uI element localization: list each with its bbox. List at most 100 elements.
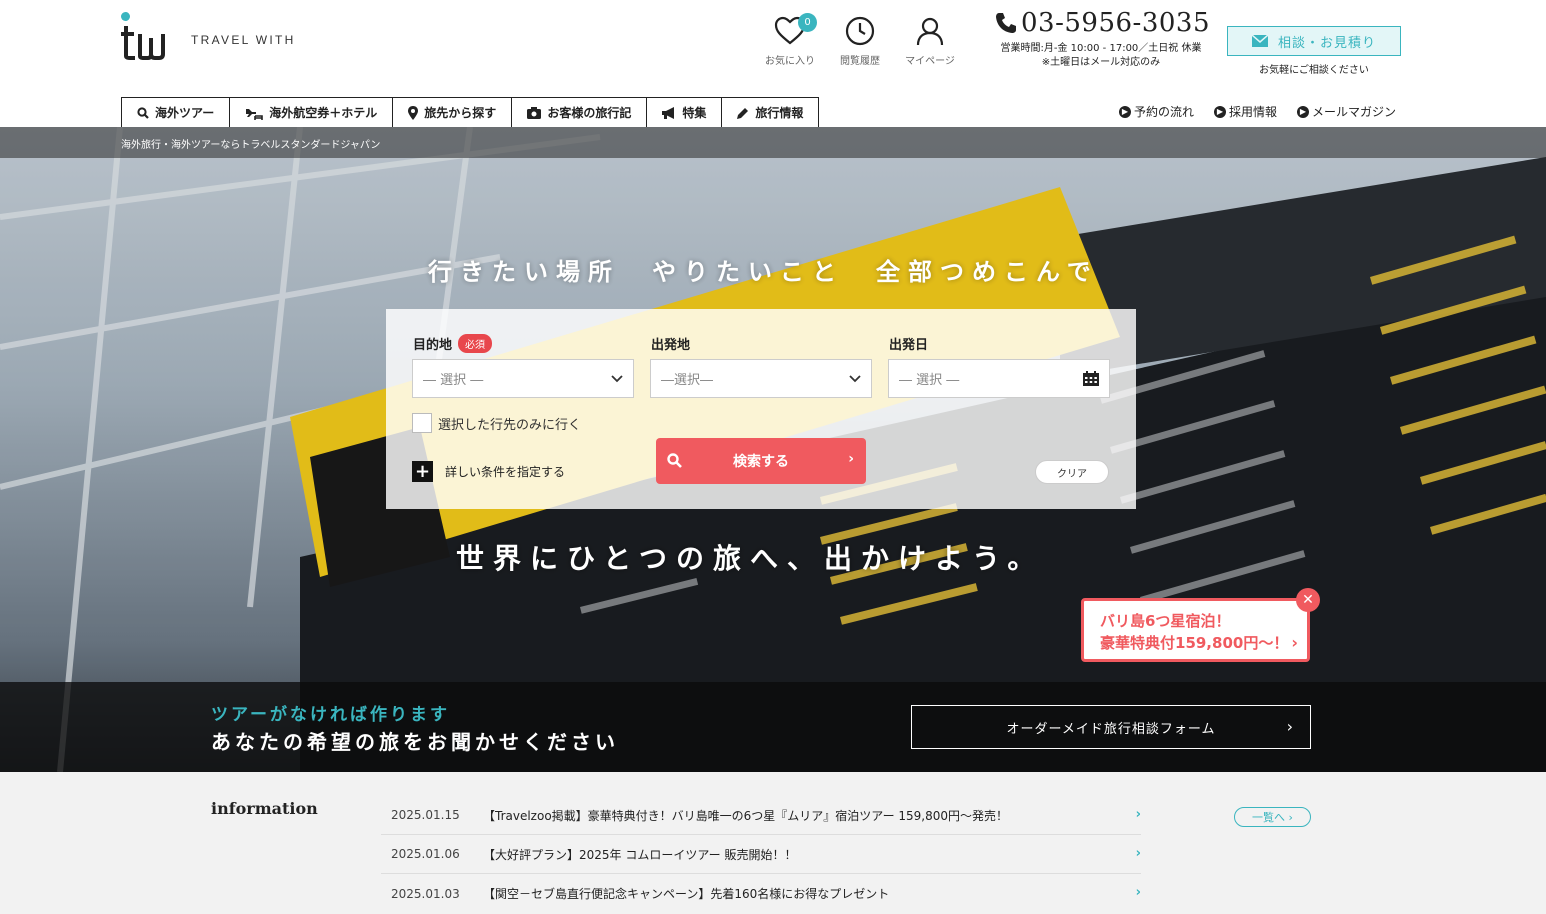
user-icon (916, 17, 944, 46)
chevron-right-icon: › (1288, 810, 1293, 824)
mypage-label: マイページ (905, 56, 955, 67)
chevron-right-icon: › (1135, 807, 1141, 822)
subnav-label: 予約の流れ (1133, 105, 1194, 119)
chevron-down-icon (611, 374, 623, 382)
plus-icon: + (412, 461, 433, 482)
destination-value: ― 選択 ― (423, 373, 484, 388)
chevron-down-icon (849, 374, 861, 382)
chevron-right-icon: › (1135, 846, 1141, 861)
favorites-label: お気に入り (765, 56, 815, 67)
consult-label: 相談・お見積り (1277, 35, 1376, 51)
custom-tour-band: ツアーがなければ作ります あなたの希望の旅をお聞かせください オーダーメイド旅行… (0, 682, 1546, 772)
gnav-label: 特集 (682, 106, 707, 120)
chevron-right-icon: › (1291, 633, 1298, 652)
plane-bed-icon (245, 105, 264, 121)
date-value: ― 選択 ― (899, 373, 960, 388)
destination-select[interactable]: ― 選択 ― (412, 359, 634, 398)
news-title: 【Travelzoo掲載】豪華特典付き！バリ島唯一の6つ星『ムリア』宿泊ツアー … (483, 808, 1009, 823)
search-icon (667, 453, 682, 468)
required-badge: 必須 (458, 334, 493, 353)
subnav-booking-flow[interactable]: ▶ 予約の流れ (1118, 103, 1194, 120)
list-item[interactable]: 2025.01.03 【関空－セブ島直行便記念キャンペーン】先着160名様にお得… (381, 874, 1141, 913)
calendar-icon (1083, 371, 1099, 386)
pin-icon (408, 105, 419, 120)
destination-label: 目的地 必須 (413, 334, 493, 353)
logo-text: TRAVEL WITH (191, 33, 296, 47)
sub-nav: ▶ 予約の流れ ▶ 採用情報 ▶ メールマガジン (1118, 103, 1396, 120)
departure-date-input[interactable]: ― 選択 ― (888, 359, 1110, 398)
gnav-travelogues[interactable]: お客様の旅行記 (512, 98, 648, 127)
checkbox-label: 選択した行先のみに行く (438, 417, 582, 433)
history-label: 閲覧履歴 (840, 56, 880, 67)
search-button[interactable]: 検索する › (656, 438, 866, 484)
news-date: 2025.01.03 (391, 886, 460, 901)
date-label: 出発日 (889, 338, 929, 353)
search-button-label: 検索する (733, 454, 789, 470)
subnav-newsletter[interactable]: ▶ メールマガジン (1296, 103, 1396, 120)
information-list: 2025.01.15 【Travelzoo掲載】豪華特典付き！バリ島唯一の6つ星… (381, 796, 1141, 913)
gnav-label: 海外航空券＋ホテル (269, 106, 378, 120)
list-item[interactable]: 2025.01.06 【大好評プラン】2025年 コムローイツアー 販売開始！！… (381, 835, 1141, 874)
band-button-label: オーダーメイド旅行相談フォーム (1006, 721, 1216, 737)
band-tagline: ツアーがなければ作ります (211, 705, 450, 725)
information-section: information 2025.01.15 【Travelzoo掲載】豪華特典… (0, 772, 1546, 914)
gnav-air-hotel[interactable]: 海外航空券＋ホテル (230, 98, 394, 127)
hero-section: 海外旅行・海外ツアーならトラベルスタンダードジャパン 行きたい場所 やりたいこと… (0, 127, 1546, 772)
view-all-button[interactable]: 一覧へ › (1234, 807, 1311, 827)
mail-icon (1251, 35, 1268, 47)
consult-button[interactable]: 相談・お見積り (1227, 26, 1401, 56)
mypage-link[interactable]: マイページ (900, 16, 960, 67)
promo-banner[interactable]: バリ島6つ星宿泊！ 豪華特典付159,800円～！ › (1081, 598, 1310, 662)
information-title: information (211, 799, 318, 818)
business-hours: 営業時間:月-金 10:00 - 17:00／土日祝 休業 (1000, 43, 1202, 54)
gnav-label: お客様の旅行記 (547, 106, 632, 120)
tour-search-form: 目的地 必須 ― 選択 ― 出発地 ―選択― 出発日 ― 選択 ― 選択した行先… (386, 309, 1136, 509)
arrow-circle-icon: ▶ (1213, 105, 1226, 118)
consult-subtext: お気軽にご相談ください (1259, 65, 1369, 76)
breadcrumb: 海外旅行・海外ツアーならトラベルスタンダードジャパン (121, 140, 381, 151)
origin-value: ―選択― (661, 373, 714, 388)
gnav-travel-info[interactable]: 旅行情報 (722, 98, 818, 127)
news-date: 2025.01.06 (391, 847, 460, 861)
logo-mark (121, 12, 173, 60)
gnav-overseas-tour[interactable]: 海外ツアー (122, 98, 231, 127)
saturday-note: ※土曜日はメール対応のみ (1041, 57, 1161, 68)
gnav-label: 海外ツアー (155, 106, 215, 120)
phone-block: 03-5956-3035 営業時間:月-金 10:00 - 17:00／土日祝 … (994, 8, 1210, 70)
checkbox-box[interactable] (412, 413, 432, 433)
favorites-link[interactable]: 0 お気に入り (760, 13, 820, 67)
chevron-right-icon: › (848, 451, 854, 467)
subnav-label: 採用情報 (1228, 105, 1277, 119)
phone-icon (996, 13, 1016, 33)
gnav-features[interactable]: 特集 (647, 98, 723, 127)
favorites-count-badge: 0 (798, 13, 817, 32)
list-item[interactable]: 2025.01.15 【Travelzoo掲載】豪華特典付き！バリ島唯一の6つ星… (381, 796, 1141, 835)
search-icon (137, 106, 149, 119)
gnav-label: 旅先から探す (424, 106, 497, 120)
band-heading: あなたの希望の旅をお聞かせください (211, 730, 619, 754)
subnav-careers[interactable]: ▶ 採用情報 (1213, 103, 1277, 120)
phone-number[interactable]: 03-5956-3035 (1021, 8, 1210, 38)
news-date: 2025.01.15 (391, 808, 460, 822)
arrow-circle-icon: ▶ (1296, 105, 1309, 118)
site-logo[interactable]: TRAVEL WITH (121, 12, 296, 60)
hero-title: 行きたい場所 やりたいこと 全部つめこんで (428, 258, 1099, 286)
news-title: 【大好評プラン】2025年 コムローイツアー 販売開始！！ (483, 847, 797, 862)
gnav-label: 旅行情報 (755, 106, 804, 120)
global-nav: 海外ツアー 海外航空券＋ホテル 旅先から探す お客様の旅行記 特集 旅行情報 (121, 97, 820, 127)
history-link[interactable]: 閲覧履歴 (830, 16, 890, 67)
chevron-right-icon: › (1135, 885, 1141, 900)
origin-label: 出発地 (651, 338, 691, 353)
custom-tour-form-button[interactable]: オーダーメイド旅行相談フォーム › (911, 705, 1311, 749)
more-conditions-toggle[interactable]: + 詳しい条件を指定する (412, 461, 565, 482)
clock-icon (845, 16, 875, 46)
subnav-label: メールマガジン (1311, 105, 1396, 119)
only-selected-checkbox[interactable]: 選択した行先のみに行く (412, 413, 581, 433)
origin-select[interactable]: ―選択― (650, 359, 872, 398)
megaphone-icon (662, 106, 676, 119)
clear-button[interactable]: クリア (1035, 460, 1109, 484)
gnav-destinations[interactable]: 旅先から探す (393, 98, 513, 127)
promo-close-button[interactable]: ✕ (1296, 588, 1320, 612)
more-conditions-label: 詳しい条件を指定する (445, 465, 566, 479)
site-header: TRAVEL WITH 0 お気に入り 閲覧履歴 マイページ 03-5956-3… (0, 0, 1546, 127)
